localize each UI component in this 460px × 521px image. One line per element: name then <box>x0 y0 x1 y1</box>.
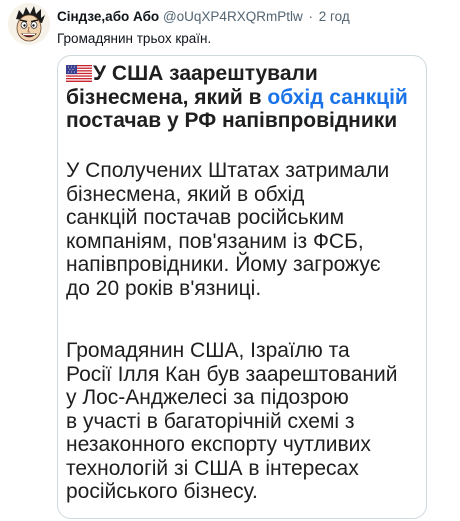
paragraph-line: санкцій постачав російським <box>66 206 345 229</box>
attached-image-card[interactable]: У США заарештували бізнесмена, який в об… <box>57 55 427 519</box>
paragraph-line: напівпровідники. Йому загрожує <box>66 253 381 276</box>
headline-text-end: постачав у РФ напівпровідники <box>66 109 398 132</box>
paragraph-line: незаконного експорту чутливих <box>66 433 371 456</box>
paragraph-line: російського бізнесу. <box>66 480 258 503</box>
us-flag-icon <box>66 65 92 82</box>
cartoon-face-avatar-icon <box>8 3 50 45</box>
paragraph-line: Громадянин США, Ізраїлю та <box>66 339 350 362</box>
headline-link[interactable]: обхід санкцій <box>267 86 407 109</box>
timestamp[interactable]: 2 год <box>319 9 350 24</box>
paragraph-line: Росії Ілля Кан був заарештований <box>66 362 398 386</box>
paragraph-line: до 20 років в'язниці. <box>66 276 262 300</box>
separator-dot: · <box>308 9 313 24</box>
avatar[interactable] <box>8 3 50 45</box>
paragraph-line: У Сполучених Штатах затримали <box>66 159 390 182</box>
tweet-header: Сіндзе,або Або @oUqXP4RXQRmPtlw · 2 год <box>57 8 452 25</box>
article-paragraph-1: У Сполучених Штатах затримали бізнесмена… <box>66 159 422 300</box>
tweet[interactable]: Сіндзе,або Або @oUqXP4RXQRmPtlw · 2 год … <box>0 0 460 521</box>
news-headline: У США заарештували бізнесмена, який в об… <box>66 62 422 133</box>
article-paragraph-2: Громадянин США, Ізраїлю та Росії Ілля Ка… <box>66 339 422 504</box>
author-name[interactable]: Сіндзе,або Або <box>57 9 159 24</box>
tweet-text: Громадянин трьох країн. <box>57 31 212 46</box>
author-handle[interactable]: @oUqXP4RXQRmPtlw <box>163 9 303 24</box>
paragraph-line: технологій зі США в інтересах <box>66 456 359 480</box>
paragraph-line: бізнесмена, який в обхід <box>66 182 305 206</box>
paragraph-line: в участі в багаторічній схемі з <box>66 409 355 433</box>
paragraph-line: у Лос-Анджелесі за підозрою <box>66 386 349 409</box>
paragraph-line: компаніям, пов'язаним із ФСБ, <box>66 229 364 253</box>
